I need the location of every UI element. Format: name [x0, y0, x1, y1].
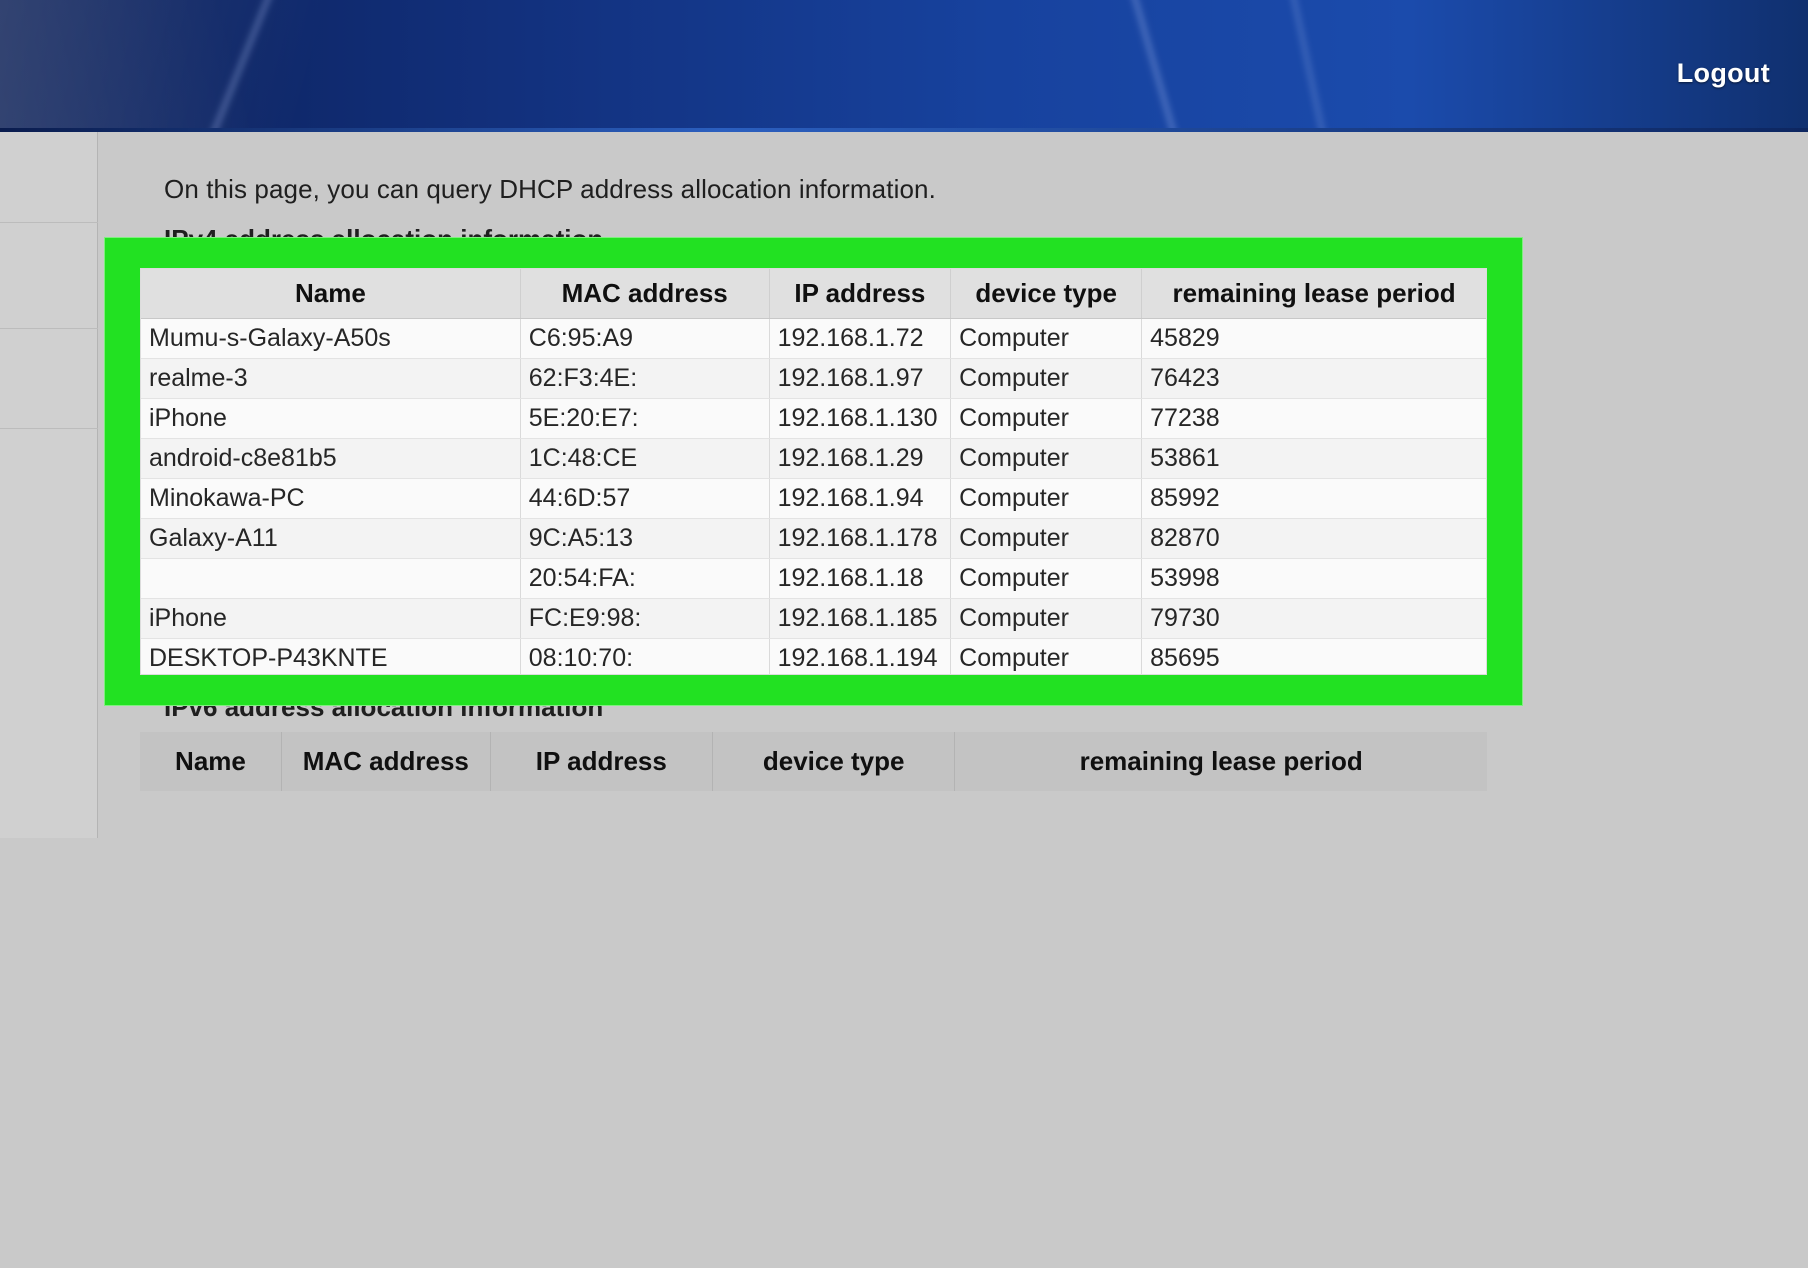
cell-type: Computer — [950, 598, 1143, 639]
cell-name — [141, 558, 521, 599]
table-row[interactable]: iPhone FC:E9:98: 192.168.1.185 Computer … — [141, 598, 1486, 639]
cell-mac: 5E:20:E7: — [520, 398, 770, 439]
col-header-lease: remaining lease period — [954, 732, 1487, 791]
ipv4-table-body: Mumu-s-Galaxy-A50s C6:95:A9 192.168.1.72… — [141, 318, 1486, 674]
cell-ip: 192.168.1.178 — [769, 518, 952, 559]
ipv6-allocation-table: Name MAC address IP address device type … — [140, 732, 1487, 791]
cell-lease: 76423 — [1141, 358, 1486, 399]
ipv4-allocation-table: Name MAC address IP address device type … — [141, 269, 1486, 674]
sidebar: info p — [0, 132, 98, 838]
cell-ip: 192.168.1.130 — [769, 398, 952, 439]
cell-name: DESKTOP-P43KNTE — [141, 638, 521, 674]
cell-name: iPhone — [141, 598, 521, 639]
banner-light-streak-icon — [1268, 0, 1346, 132]
cell-type: Computer — [950, 398, 1143, 439]
cell-lease: 85992 — [1141, 478, 1486, 519]
cell-ip: 192.168.1.29 — [769, 438, 952, 479]
ipv4-table-head: Name MAC address IP address device type … — [141, 269, 1486, 319]
col-header-name: Name — [140, 732, 282, 791]
cell-mac: 9C:A5:13 — [520, 518, 770, 559]
table-row[interactable]: android-c8e81b5 1C:48:CE 192.168.1.29 Co… — [141, 438, 1486, 479]
cell-name: Galaxy-A11 — [141, 518, 521, 559]
cell-type: Computer — [950, 558, 1143, 599]
cell-mac: 44:6D:57 — [520, 478, 770, 519]
cell-type: Computer — [950, 518, 1143, 559]
cell-type: Computer — [950, 358, 1143, 399]
main-content: On this page, you can query DHCP address… — [98, 132, 1808, 1268]
cell-lease: 53861 — [1141, 438, 1486, 479]
table-row[interactable]: 20:54:FA: 192.168.1.18 Computer 53998 — [141, 558, 1486, 599]
cell-type: Computer — [950, 318, 1143, 359]
table-row[interactable]: Mumu-s-Galaxy-A50s C6:95:A9 192.168.1.72… — [141, 318, 1486, 359]
logout-button[interactable]: Logout — [1677, 58, 1770, 89]
cell-name: Minokawa-PC — [141, 478, 521, 519]
cell-lease: 79730 — [1141, 598, 1486, 639]
page-root: Logout info p On this page, you can quer… — [0, 0, 1808, 1268]
col-header-mac: MAC address — [281, 732, 491, 791]
banner-light-streak-icon — [1104, 0, 1210, 132]
table-row[interactable]: Galaxy-A11 9C:A5:13 192.168.1.178 Comput… — [141, 518, 1486, 559]
cell-lease: 82870 — [1141, 518, 1486, 559]
col-header-ip: IP address — [490, 732, 713, 791]
ipv6-header-row: Name MAC address IP address device type … — [140, 732, 1487, 791]
table-row[interactable]: Minokawa-PC 44:6D:57 192.168.1.94 Comput… — [141, 478, 1486, 519]
cell-lease: 85695 — [1141, 638, 1486, 674]
cell-type: Computer — [950, 638, 1143, 674]
sidebar-divider — [0, 222, 98, 223]
col-header-name: Name — [141, 269, 521, 319]
highlight-annotation-box: Name MAC address IP address device type … — [105, 238, 1522, 705]
ipv6-table-head: Name MAC address IP address device type … — [140, 732, 1487, 791]
cell-lease: 45829 — [1141, 318, 1486, 359]
cell-mac: 08:10:70: — [520, 638, 770, 674]
col-header-mac: MAC address — [520, 269, 770, 319]
cell-mac: 1C:48:CE — [520, 438, 770, 479]
cell-ip: 192.168.1.94 — [769, 478, 952, 519]
cell-name: Mumu-s-Galaxy-A50s — [141, 318, 521, 359]
sidebar-divider — [0, 428, 98, 429]
cell-ip: 192.168.1.97 — [769, 358, 952, 399]
cell-name: android-c8e81b5 — [141, 438, 521, 479]
cell-lease: 53998 — [1141, 558, 1486, 599]
cell-type: Computer — [950, 478, 1143, 519]
col-header-ip: IP address — [769, 269, 952, 319]
ipv4-table-panel: Name MAC address IP address device type … — [140, 268, 1487, 675]
cell-mac: FC:E9:98: — [520, 598, 770, 639]
ipv6-table-panel: Name MAC address IP address device type … — [140, 732, 1487, 791]
cell-ip: 192.168.1.18 — [769, 558, 952, 599]
banner-light-streak-icon — [168, 0, 306, 132]
cell-ip: 192.168.1.185 — [769, 598, 952, 639]
cell-ip: 192.168.1.72 — [769, 318, 952, 359]
col-header-type: device type — [950, 269, 1143, 319]
col-header-lease: remaining lease period — [1141, 269, 1486, 319]
table-row[interactable]: DESKTOP-P43KNTE 08:10:70: 192.168.1.194 … — [141, 638, 1486, 674]
cell-mac: 62:F3:4E: — [520, 358, 770, 399]
sidebar-divider — [0, 328, 98, 329]
cell-mac: C6:95:A9 — [520, 318, 770, 359]
cell-mac: 20:54:FA: — [520, 558, 770, 599]
col-header-type: device type — [712, 732, 956, 791]
cell-name: iPhone — [141, 398, 521, 439]
page-description: On this page, you can query DHCP address… — [164, 174, 936, 204]
cell-type: Computer — [950, 438, 1143, 479]
cell-ip: 192.168.1.194 — [769, 638, 952, 674]
cell-name: realme-3 — [141, 358, 521, 399]
cell-lease: 77238 — [1141, 398, 1486, 439]
top-banner: Logout — [0, 0, 1808, 132]
ipv4-header-row: Name MAC address IP address device type … — [141, 269, 1486, 319]
sidebar-item-info[interactable]: info — [0, 252, 98, 286]
sidebar-item-secondary[interactable]: p — [0, 360, 98, 394]
table-row[interactable]: iPhone 5E:20:E7: 192.168.1.130 Computer … — [141, 398, 1486, 439]
table-row[interactable]: realme-3 62:F3:4E: 192.168.1.97 Computer… — [141, 358, 1486, 399]
